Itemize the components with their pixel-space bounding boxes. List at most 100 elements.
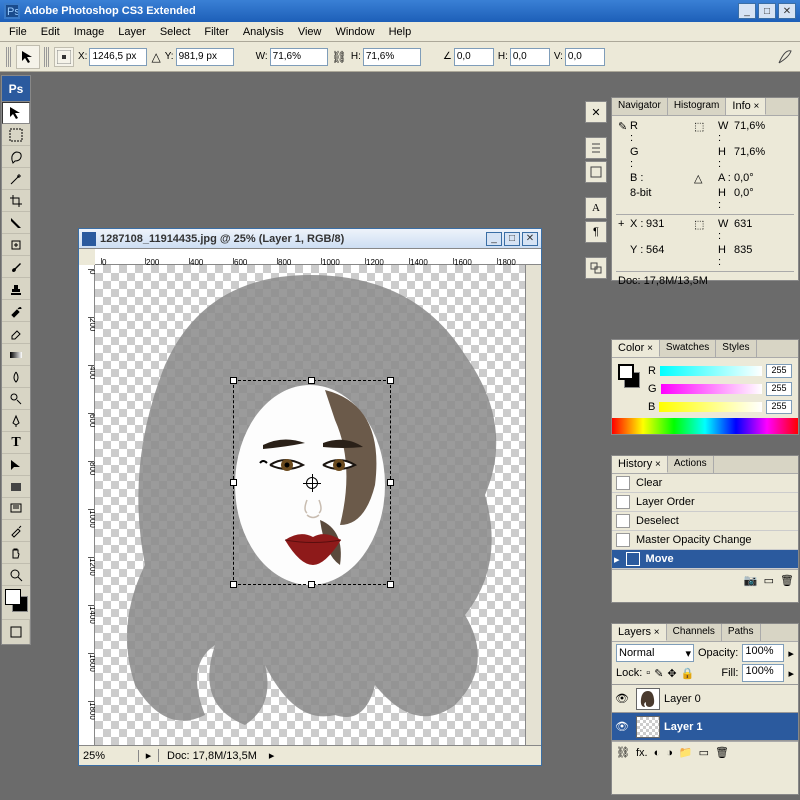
new-doc-icon[interactable]: ▭: [764, 574, 774, 587]
lasso-tool[interactable]: [2, 146, 30, 168]
fg-swatch[interactable]: [618, 364, 634, 380]
transform-handle-ne[interactable]: [387, 377, 394, 384]
r-value[interactable]: 255: [766, 364, 792, 378]
color-swatch[interactable]: [2, 586, 30, 620]
ruler-horizontal[interactable]: 020040060080010001200140016001800: [95, 249, 541, 265]
menu-layer[interactable]: Layer: [111, 24, 153, 40]
standard-mode-icon[interactable]: [2, 620, 30, 644]
move-tool-icon[interactable]: [16, 45, 40, 69]
canvas[interactable]: [95, 265, 525, 745]
tab-paths[interactable]: Paths: [722, 624, 761, 641]
grip-icon[interactable]: [44, 47, 50, 67]
transform-handle-se[interactable]: [387, 581, 394, 588]
foreground-color[interactable]: [5, 589, 21, 605]
maximize-button[interactable]: □: [758, 3, 776, 19]
layer-mask-icon[interactable]: ◐: [654, 747, 661, 759]
menu-filter[interactable]: Filter: [197, 24, 235, 40]
opacity-field[interactable]: 100%: [742, 644, 784, 662]
layer-thumbnail[interactable]: [636, 716, 660, 738]
layer-name[interactable]: Layer 1: [664, 721, 703, 733]
visibility-icon[interactable]: 👁: [612, 720, 632, 733]
lock-pixels-icon[interactable]: ✎: [654, 667, 663, 680]
pen-tool[interactable]: [2, 410, 30, 432]
path-select-tool[interactable]: [2, 454, 30, 476]
free-transform-bounding-box[interactable]: [233, 380, 391, 585]
y-field[interactable]: 981,9 px: [176, 48, 234, 66]
hand-tool[interactable]: [2, 542, 30, 564]
tab-history[interactable]: History ×: [612, 456, 668, 473]
blend-mode-select[interactable]: Normal▾: [616, 644, 694, 662]
stamp-tool[interactable]: [2, 278, 30, 300]
scrollbar-vertical[interactable]: [525, 265, 541, 745]
layer-comps-icon[interactable]: [585, 161, 607, 183]
move-tool[interactable]: [2, 102, 30, 124]
dodge-tool[interactable]: [2, 388, 30, 410]
g-slider[interactable]: [661, 384, 762, 394]
brushes-icon[interactable]: ✕: [585, 101, 607, 123]
menu-image[interactable]: Image: [67, 24, 112, 40]
doc-close-button[interactable]: ✕: [522, 232, 538, 246]
visibility-icon[interactable]: 👁: [612, 692, 632, 705]
marquee-tool[interactable]: [2, 124, 30, 146]
menu-view[interactable]: View: [291, 24, 329, 40]
menu-edit[interactable]: Edit: [34, 24, 67, 40]
trash-icon[interactable]: 🗑: [715, 746, 729, 759]
new-layer-icon[interactable]: ▭: [699, 746, 709, 759]
lock-position-icon[interactable]: ✥: [667, 667, 676, 680]
trash-icon[interactable]: 🗑: [780, 574, 794, 587]
menu-help[interactable]: Help: [382, 24, 419, 40]
tab-channels[interactable]: Channels: [667, 624, 722, 641]
history-brush-tool[interactable]: [2, 300, 30, 322]
h-field[interactable]: 71,6%: [363, 48, 421, 66]
history-item[interactable]: Clear: [612, 474, 798, 493]
layer-row-selected[interactable]: 👁 Layer 1: [612, 713, 798, 741]
r-slider[interactable]: [660, 366, 762, 376]
workspace-icon[interactable]: [776, 48, 794, 66]
notes-tool[interactable]: [2, 498, 30, 520]
tab-swatches[interactable]: Swatches: [660, 340, 716, 357]
history-item-current[interactable]: ▸Move: [612, 550, 798, 569]
type-tool[interactable]: T: [2, 432, 30, 454]
gradient-tool[interactable]: [2, 344, 30, 366]
clone-src-icon[interactable]: [585, 257, 607, 279]
tab-navigator[interactable]: Navigator: [612, 98, 668, 115]
status-menu-icon[interactable]: ▸: [269, 749, 275, 762]
menu-window[interactable]: Window: [328, 24, 381, 40]
tab-info[interactable]: Info ×: [726, 98, 766, 115]
link-layers-icon[interactable]: ⛓: [616, 746, 630, 759]
transform-handle-s[interactable]: [308, 581, 315, 588]
tab-styles[interactable]: Styles: [716, 340, 756, 357]
character-icon[interactable]: A: [585, 197, 607, 219]
eraser-tool[interactable]: [2, 322, 30, 344]
transform-handle-w[interactable]: [230, 479, 237, 486]
fill-field[interactable]: 100%: [742, 664, 784, 682]
eyedropper-tool[interactable]: [2, 520, 30, 542]
history-item[interactable]: Deselect: [612, 512, 798, 531]
adjustment-layer-icon[interactable]: ◑: [666, 747, 673, 759]
shape-tool[interactable]: [2, 476, 30, 498]
tab-color[interactable]: Color ×: [612, 340, 660, 357]
layer-row[interactable]: 👁 Layer 0: [612, 685, 798, 713]
layer-style-icon[interactable]: fx.: [636, 747, 648, 759]
minimize-button[interactable]: _: [738, 3, 756, 19]
layer-name[interactable]: Layer 0: [664, 693, 701, 705]
tool-presets-icon[interactable]: [585, 137, 607, 159]
wand-tool[interactable]: [2, 168, 30, 190]
document-titlebar[interactable]: 1287108_11914435.jpg @ 25% (Layer 1, RGB…: [79, 229, 541, 249]
link-icon[interactable]: ⛓: [332, 50, 347, 64]
b-value[interactable]: 255: [766, 400, 792, 414]
hskew-field[interactable]: 0,0: [510, 48, 550, 66]
slice-tool[interactable]: [2, 212, 30, 234]
heal-tool[interactable]: [2, 234, 30, 256]
doc-minimize-button[interactable]: _: [486, 232, 502, 246]
group-icon[interactable]: 📁: [679, 746, 693, 759]
status-arrow-icon[interactable]: ▸: [139, 749, 159, 762]
w-field[interactable]: 71,6%: [270, 48, 328, 66]
reference-point-icon[interactable]: [54, 47, 74, 67]
blur-tool[interactable]: [2, 366, 30, 388]
transform-handle-n[interactable]: [308, 377, 315, 384]
angle-field[interactable]: 0,0: [454, 48, 494, 66]
paragraph-icon[interactable]: ¶: [585, 221, 607, 243]
close-button[interactable]: ✕: [778, 3, 796, 19]
menu-select[interactable]: Select: [153, 24, 198, 40]
